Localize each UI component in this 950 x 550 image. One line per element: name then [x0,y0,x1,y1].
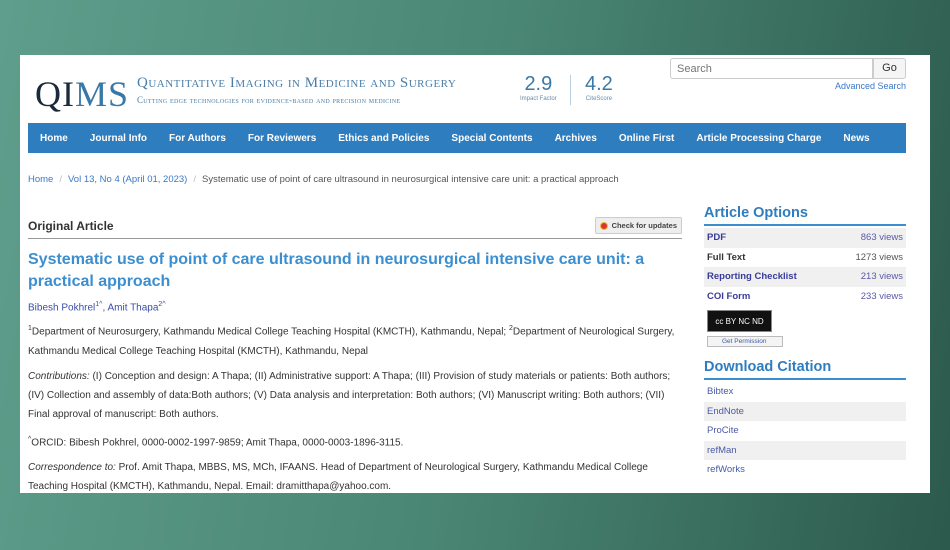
contributions: Contributions: (I) Conception and design… [28,370,671,420]
metric-divider [570,75,571,105]
author-link[interactable]: Bibesh Pokhrel [28,302,95,313]
correspondence: Correspondence to: Prof. Amit Thapa, MBB… [28,461,648,492]
citescore: 4.2 CiteScore [585,73,613,102]
breadcrumb-home[interactable]: Home [28,174,53,185]
get-permission-button[interactable]: Get Permission [707,336,783,347]
nav-home[interactable]: Home [40,133,68,144]
main-nav: Home Journal Info For Authors For Review… [28,123,906,153]
nav-online-first[interactable]: Online First [619,133,675,144]
nav-for-reviewers[interactable]: For Reviewers [248,133,316,144]
citation-procite[interactable]: ProCite [704,421,906,441]
article-options-heading: Article Options [704,205,906,226]
nav-apc[interactable]: Article Processing Charge [696,133,821,144]
option-pdf[interactable]: PDF 863 views [704,228,906,248]
nav-for-authors[interactable]: For Authors [169,133,226,144]
crossmark-icon [599,222,608,231]
article-main: Original Article Check for updates Syste… [28,213,682,493]
nav-special-contents[interactable]: Special Contents [451,133,532,144]
breadcrumb-issue[interactable]: Vol 13, No 4 (April 01, 2023) [68,174,187,185]
citation-bibtex[interactable]: Bibtex [704,382,906,402]
nav-journal-info[interactable]: Journal Info [90,133,147,144]
journal-tagline: Cutting edge technologies for evidence-b… [137,95,401,105]
check-for-updates-button[interactable]: Check for updates [594,217,682,235]
affiliations: 1Department of Neurosurgery, Kathmandu M… [28,325,675,357]
cc-license-badge[interactable]: cc BY NC ND [707,310,772,332]
citation-list: Bibtex EndNote ProCite refMan refWorks [704,382,906,480]
authors: Bibesh Pokhrel1^, Amit Thapa2^ [28,301,166,314]
option-reporting-checklist[interactable]: Reporting Checklist 213 views [704,267,906,287]
article-type: Original Article Check for updates [28,213,682,239]
article-options-list: PDF 863 views Full Text 1273 views Reporti… [704,228,906,306]
journal-title: Quantitative Imaging in Medicine and Sur… [137,75,457,91]
go-button[interactable]: Go [873,58,906,79]
author-link[interactable]: Amit Thapa [107,302,158,313]
impact-factor: 2.9 Impact Factor [520,73,557,102]
breadcrumb: Home / Vol 13, No 4 (April 01, 2023) / Syste… [28,174,619,185]
option-full-text[interactable]: Full Text 1273 views [704,248,906,268]
nav-archives[interactable]: Archives [555,133,597,144]
sidebar: Article Options PDF 863 views Full Text 12… [704,205,906,480]
advanced-search-link[interactable]: Advanced Search [835,81,906,91]
orcid: ^ORCID: Bibesh Pokhrel, 0000-0002-1997-9… [28,435,404,448]
citation-endnote[interactable]: EndNote [704,401,906,421]
citation-refworks[interactable]: refWorks [704,460,906,480]
citation-refman[interactable]: refMan [704,440,906,460]
nav-ethics[interactable]: Ethics and Policies [338,133,429,144]
option-coi-form[interactable]: COI Form 233 views [704,287,906,307]
page: QIMS Quantitative Imaging in Medicine an… [20,55,930,493]
breadcrumb-current: Systematic use of point of care ultrasou… [201,174,619,185]
search-input[interactable] [670,58,873,79]
download-citation-heading: Download Citation [704,359,906,380]
nav-news[interactable]: News [843,133,869,144]
qims-logo[interactable]: QIMS [35,73,129,115]
article-title: Systematic use of point of care ultrasou… [28,251,645,290]
